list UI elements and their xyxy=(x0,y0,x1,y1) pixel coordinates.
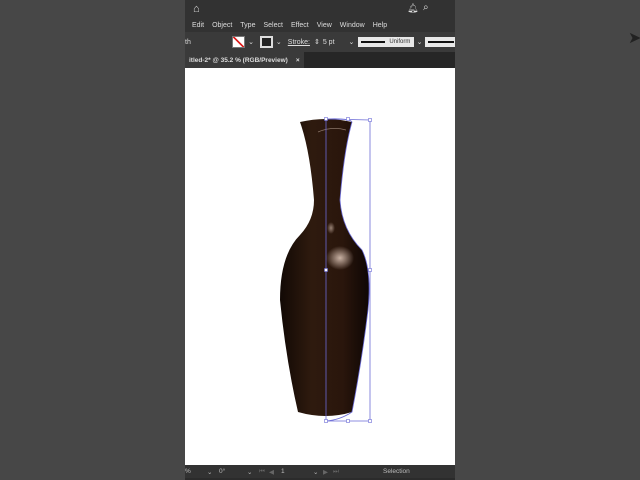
document-tabs: itled-2* @ 35.2 % (RGB/Preview) × xyxy=(185,52,455,68)
stroke-weight-input[interactable]: 5 pt xyxy=(323,39,349,46)
menu-object[interactable]: Object xyxy=(212,22,232,29)
stroke-profile-select[interactable]: Uniform xyxy=(358,37,414,47)
control-left-label: th xyxy=(185,38,191,46)
search-icon[interactable]: ⌕ xyxy=(423,2,429,13)
brush-select[interactable] xyxy=(425,37,456,47)
stroke-swatch[interactable] xyxy=(260,36,273,48)
stroke-stepper-icon[interactable]: ⇕ xyxy=(314,38,320,46)
vase-body xyxy=(280,119,370,416)
menu-bar: Edit Object Type Select Effect View Wind… xyxy=(185,18,455,32)
menu-effect[interactable]: Effect xyxy=(291,22,309,29)
current-tool-status: Selection xyxy=(383,468,410,475)
fill-swatch[interactable] xyxy=(232,36,246,48)
menu-view[interactable]: View xyxy=(317,22,332,29)
chevron-down-icon[interactable]: ⌄ xyxy=(276,38,282,46)
document-tab[interactable]: itled-2* @ 35.2 % (RGB/Preview) × xyxy=(185,52,304,68)
document-tab-title: itled-2* @ 35.2 % (RGB/Preview) xyxy=(189,56,288,64)
chevron-down-icon[interactable]: ⌄ xyxy=(417,38,423,46)
control-bar: th ⌄ ⌄ Stroke: ⇕ 5 pt ⌄ Uniform ⌄ xyxy=(185,32,456,52)
status-bar: % ⌄ 0° ⌄ ⏮ ◀ 1 ⌄ ▶ ⏭ Selection xyxy=(185,465,455,478)
chevron-down-icon[interactable]: ⌄ xyxy=(313,468,323,476)
stroke-profile-label: Uniform xyxy=(389,39,411,45)
menu-type[interactable]: Type xyxy=(240,22,255,29)
chevron-down-icon[interactable]: ⌄ xyxy=(247,468,259,476)
menu-edit[interactable]: Edit xyxy=(192,22,204,29)
illustrator-window: ⌂ 🔔︎ ⌕ Edit Object Type Select Effect Vi… xyxy=(185,0,456,480)
chevron-down-icon[interactable]: ⌄ xyxy=(348,38,354,46)
chevron-down-icon[interactable]: ⌄ xyxy=(248,38,254,46)
artboard-number-field[interactable]: 1 xyxy=(281,468,313,475)
rotation-field[interactable]: 0° xyxy=(219,468,247,475)
menu-select[interactable]: Select xyxy=(263,22,282,29)
artboard[interactable] xyxy=(185,68,455,465)
last-artboard-icon[interactable]: ⏭ xyxy=(333,468,383,476)
home-icon[interactable]: ⌂ xyxy=(193,3,200,15)
vase-highlight xyxy=(326,246,354,270)
prev-artboard-icon[interactable]: ◀ xyxy=(269,468,281,476)
vase-highlight-small xyxy=(327,222,335,234)
first-artboard-icon[interactable]: ⏮ xyxy=(259,468,269,476)
menu-window[interactable]: Window xyxy=(340,22,365,29)
vase-artwork[interactable] xyxy=(185,68,455,465)
cursor-icon: ➤ xyxy=(628,30,640,47)
notifications-icon[interactable]: 🔔︎ xyxy=(407,3,418,14)
next-artboard-icon[interactable]: ▶ xyxy=(323,468,333,476)
title-bar: ⌂ 🔔︎ ⌕ xyxy=(185,0,455,18)
chevron-down-icon[interactable]: ⌄ xyxy=(207,468,219,476)
zoom-field[interactable]: % xyxy=(185,468,207,475)
menu-help[interactable]: Help xyxy=(373,22,387,29)
stroke-label[interactable]: Stroke: xyxy=(288,39,310,46)
close-icon[interactable]: × xyxy=(296,57,300,64)
